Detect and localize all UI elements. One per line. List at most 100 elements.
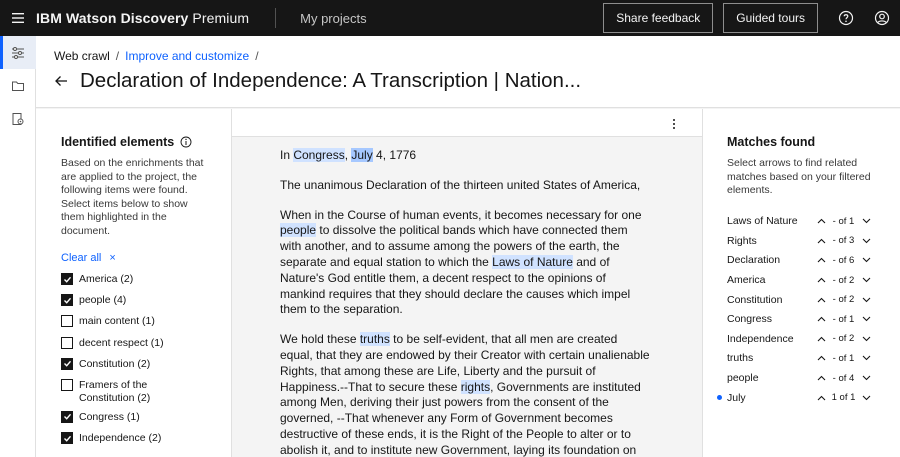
chevron-down-icon[interactable]: [860, 313, 872, 325]
match-count: - of 1: [832, 313, 855, 325]
checkbox-label: America (2): [79, 273, 134, 285]
sliders-icon: [12, 46, 24, 59]
breadcrumb-improve-link[interactable]: Improve and customize: [125, 49, 249, 63]
rail-item-data[interactable]: [0, 69, 36, 102]
doc-paragraph: In Congress, July 4, 1776: [280, 148, 652, 164]
highlight-congress[interactable]: Congress: [293, 148, 345, 162]
match-row: truths - of 1: [727, 349, 900, 369]
doc-text: We hold these: [280, 332, 360, 347]
identified-elements-list: America (2) people (4) main content (1) …: [61, 273, 231, 453]
chevron-up-icon[interactable]: [815, 313, 827, 325]
document-settings-icon: [12, 112, 24, 125]
brand-light: Premium: [192, 10, 250, 26]
breadcrumb-web-crawl: Web crawl: [54, 49, 110, 63]
element-checkbox-framers[interactable]: Framers of the Constitution (2): [61, 378, 231, 411]
doc-text: 4, 1776: [372, 148, 417, 162]
chevron-up-icon[interactable]: [815, 215, 827, 227]
rail-item-settings[interactable]: [0, 102, 36, 135]
back-button[interactable]: [54, 73, 70, 89]
element-checkbox-people[interactable]: people (4): [61, 294, 231, 315]
checkbox-checked-icon: [61, 410, 73, 423]
highlight-laws-of-nature[interactable]: Laws of Nature: [492, 254, 573, 269]
highlight-truths[interactable]: truths: [359, 332, 390, 347]
match-count: - of 3: [832, 235, 855, 247]
chevron-down-icon[interactable]: [860, 372, 872, 384]
chevron-up-icon[interactable]: [815, 352, 827, 364]
checkbox-checked-icon: [61, 357, 73, 370]
my-projects-link[interactable]: My projects: [300, 11, 366, 26]
chevron-up-icon[interactable]: [815, 372, 827, 384]
checkbox-checked-icon: [61, 294, 73, 307]
match-name: Laws of Nature: [727, 215, 798, 228]
chevron-up-icon[interactable]: [815, 274, 827, 286]
match-name: Constitution: [727, 293, 783, 306]
checkbox-label: Framers of the Constitution (2): [79, 378, 151, 404]
breadcrumb: Web crawl / Improve and customize /: [54, 49, 259, 63]
overflow-menu-button[interactable]: [668, 117, 680, 131]
chevron-down-icon[interactable]: [860, 352, 872, 364]
product-name[interactable]: IBM Watson Discovery Premium: [36, 10, 249, 26]
chevron-down-icon[interactable]: [860, 333, 872, 345]
help-icon: [838, 10, 854, 26]
element-checkbox-decent-respect[interactable]: decent respect (1): [61, 336, 231, 358]
chevron-down-icon[interactable]: [860, 235, 872, 247]
highlight-rights[interactable]: rights: [460, 379, 491, 394]
match-count: - of 2: [832, 274, 855, 286]
element-checkbox-independence[interactable]: Independence (2): [61, 432, 231, 453]
hamburger-menu-button[interactable]: [0, 0, 36, 36]
clear-all-button[interactable]: Clear all ×: [61, 252, 231, 264]
header-actions: Share feedback Guided tours: [603, 0, 900, 36]
checkbox-label: Independence (2): [79, 432, 162, 445]
page-header: Web crawl / Improve and customize / Decl…: [36, 36, 900, 108]
match-count: - of 6: [832, 254, 855, 266]
user-profile-button[interactable]: [864, 0, 900, 36]
checkbox-label: decent respect (1): [79, 336, 164, 349]
share-feedback-button[interactable]: Share feedback: [603, 3, 714, 33]
match-count: - of 4: [832, 372, 855, 384]
match-count: - of 2: [832, 294, 855, 306]
matches-found-panel: Matches found Select arrows to find rela…: [703, 109, 900, 457]
chevron-up-icon[interactable]: [815, 254, 827, 266]
rail-item-improve[interactable]: [0, 36, 36, 69]
overflow-menu-vertical-icon: [673, 119, 675, 129]
doc-text: When in the Course of human events, it b…: [280, 207, 642, 222]
element-checkbox-congress[interactable]: Congress (1): [61, 410, 231, 432]
chevron-up-icon[interactable]: [815, 235, 827, 247]
guided-tours-button[interactable]: Guided tours: [723, 3, 818, 33]
chevron-up-icon[interactable]: [815, 294, 827, 306]
match-row: Rights - of 3: [727, 231, 900, 251]
chevron-down-icon[interactable]: [860, 392, 872, 404]
match-row: Independence - of 2: [727, 329, 900, 349]
checkbox-label: people (4): [79, 294, 127, 307]
help-button[interactable]: [828, 0, 864, 36]
chevron-up-icon[interactable]: [815, 392, 827, 404]
title-row: Declaration of Independence: A Transcrip…: [54, 69, 581, 93]
checkbox-label: main content (1): [79, 315, 155, 328]
side-rail: [0, 36, 36, 457]
highlight-people[interactable]: people: [280, 223, 317, 238]
menu-icon: [12, 13, 24, 23]
close-icon: ×: [109, 252, 116, 264]
element-checkbox-america[interactable]: America (2): [61, 273, 231, 294]
checkbox-checked-icon: [61, 432, 73, 445]
checkbox-unchecked-icon: [61, 336, 73, 349]
chevron-down-icon[interactable]: [860, 274, 872, 286]
info-icon[interactable]: [180, 136, 192, 148]
match-name: July: [727, 391, 746, 404]
checkbox-label: Congress (1): [79, 410, 140, 423]
chevron-up-icon[interactable]: [815, 333, 827, 345]
highlight-july[interactable]: July: [351, 148, 373, 162]
matches-list: Laws of Nature - of 1 Rights - of 3 Declarat…: [717, 212, 900, 408]
document-toolbar: [232, 109, 702, 137]
matches-heading: Matches found: [727, 135, 816, 149]
element-checkbox-main-content[interactable]: main content (1): [61, 315, 231, 336]
matches-description: Select arrows to find related matches ba…: [727, 157, 871, 196]
chevron-down-icon[interactable]: [860, 215, 872, 227]
element-checkbox-constitution[interactable]: Constitution (2): [61, 357, 231, 379]
match-row: Declaration - of 6: [727, 251, 900, 271]
document-viewer: In Congress, July 4, 1776 The unanimous …: [231, 109, 703, 457]
match-count: - of 1: [832, 215, 855, 227]
match-row: July 1 of 1: [717, 388, 900, 408]
chevron-down-icon[interactable]: [860, 294, 872, 306]
chevron-down-icon[interactable]: [860, 254, 872, 266]
